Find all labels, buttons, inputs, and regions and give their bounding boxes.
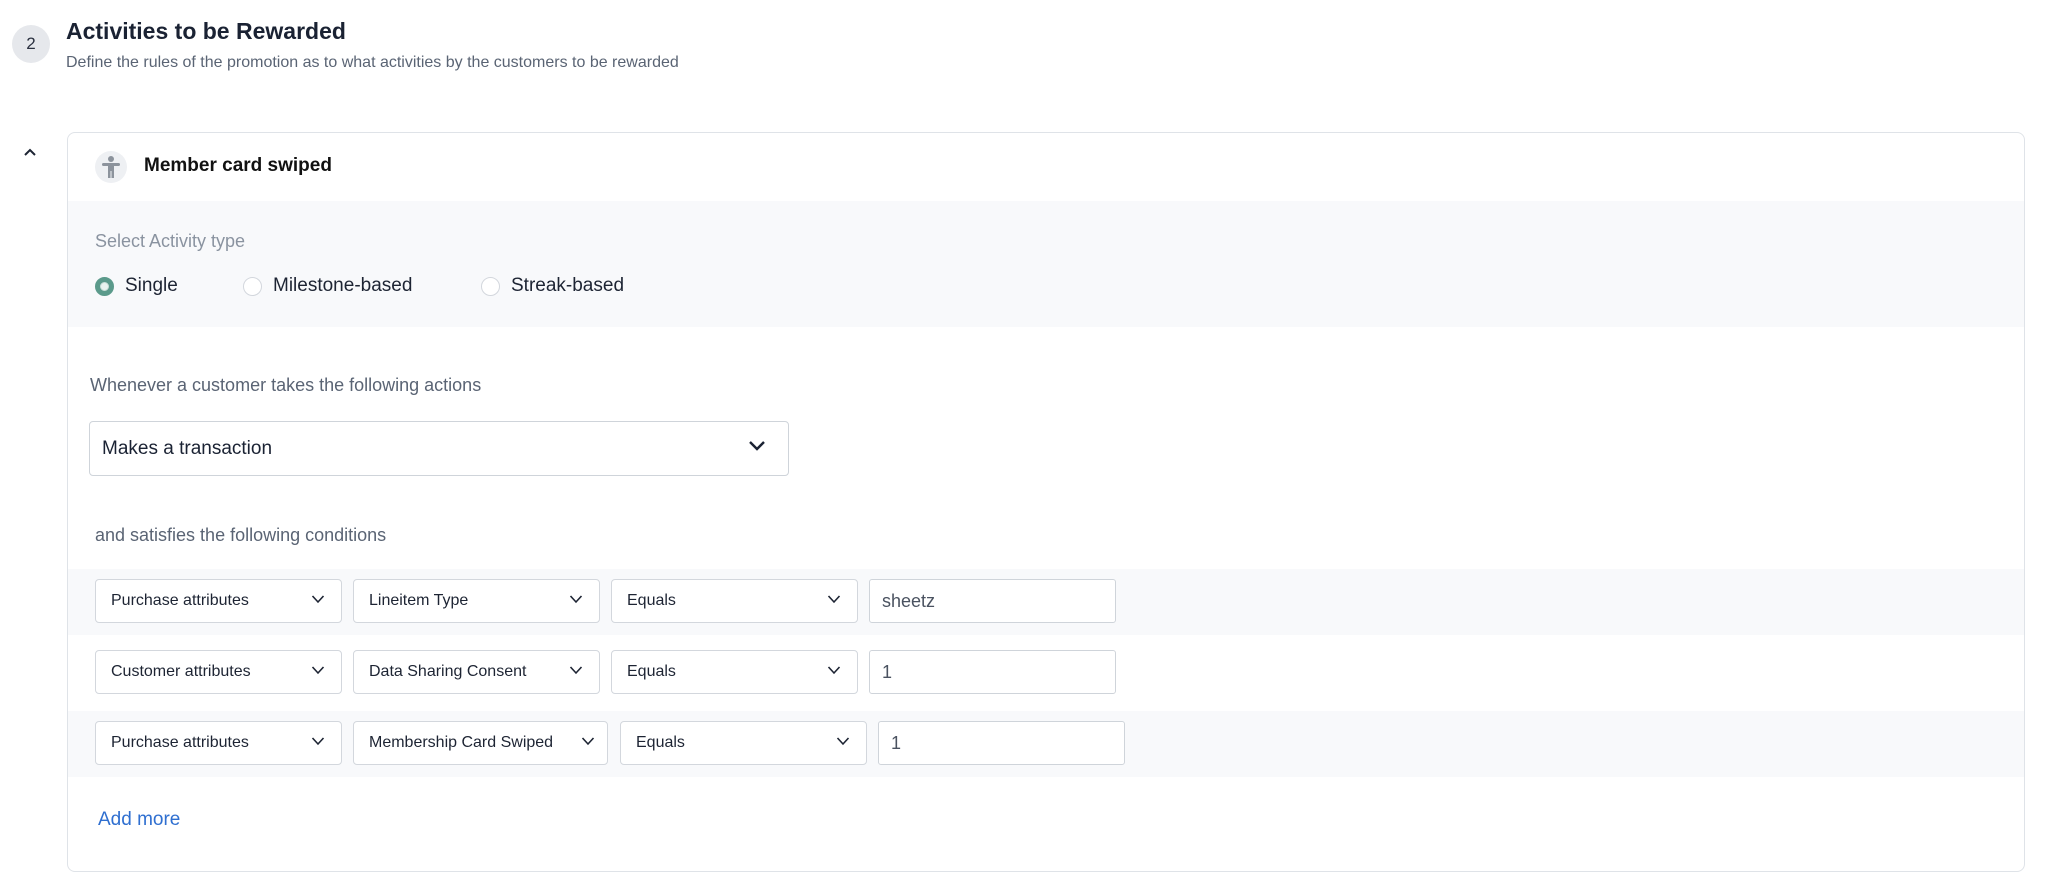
category-dropdown[interactable]: Purchase attributes xyxy=(95,721,342,765)
radio-label: Streak-based xyxy=(511,275,625,296)
operator-dropdown[interactable]: Equals xyxy=(611,650,858,694)
condition-row: Purchase attributes Membership Card Swip… xyxy=(68,711,2024,777)
activity-card: Member card swiped Select Activity type … xyxy=(67,132,2025,872)
chevron-down-icon xyxy=(827,666,841,675)
radio-label: Single xyxy=(125,275,178,296)
chevron-down-icon xyxy=(311,595,325,604)
chevron-down-icon xyxy=(836,737,850,746)
activity-type-panel: Select Activity type Single Milestone-ba… xyxy=(68,201,2024,327)
add-more-link[interactable]: Add more xyxy=(98,809,180,831)
step-subtitle: Define the rules of the promotion as to … xyxy=(66,54,679,71)
value-input[interactable]: 1 xyxy=(878,721,1125,765)
radio-streak-based[interactable]: Streak-based xyxy=(481,275,624,297)
radio-button[interactable] xyxy=(243,276,262,296)
chevron-down-icon xyxy=(311,737,325,746)
chevron-up-icon xyxy=(24,148,36,156)
chevron-down-icon xyxy=(311,666,325,675)
operator-value: Equals xyxy=(627,592,676,609)
activity-type-label: Select Activity type xyxy=(95,231,246,251)
operator-dropdown[interactable]: Equals xyxy=(611,579,858,623)
radio-single[interactable]: Single xyxy=(95,275,178,297)
operator-dropdown[interactable]: Equals xyxy=(620,721,867,765)
chevron-down-icon xyxy=(749,441,765,451)
condition-row: Customer attributes Data Sharing Consent… xyxy=(68,640,2024,706)
radio-button[interactable] xyxy=(95,276,114,296)
chevron-down-icon xyxy=(569,666,583,675)
attribute-dropdown[interactable]: Data Sharing Consent xyxy=(353,650,600,694)
value-input[interactable]: 1 xyxy=(869,650,1116,694)
category-value: Purchase attributes xyxy=(111,734,249,751)
chevron-down-icon xyxy=(569,595,583,604)
collapse-button[interactable] xyxy=(18,140,42,164)
attribute-value: Data Sharing Consent xyxy=(369,663,527,680)
step-title: Activities to be Rewarded xyxy=(66,18,346,44)
category-value: Purchase attributes xyxy=(111,592,249,609)
card-title: Member card swiped xyxy=(144,155,332,176)
conditions-label: and satisfies the following conditions xyxy=(95,525,387,545)
operator-value: Equals xyxy=(636,734,685,751)
attribute-value: Membership Card Swiped xyxy=(369,734,554,751)
action-select[interactable]: Makes a transaction xyxy=(89,421,789,476)
actions-label: Whenever a customer takes the following … xyxy=(90,375,482,395)
value-input[interactable]: sheetz xyxy=(869,579,1116,623)
attribute-value: Lineitem Type xyxy=(369,592,469,609)
chevron-down-icon xyxy=(827,595,841,604)
card-header: Member card swiped xyxy=(68,133,2024,201)
condition-row: Purchase attributes Lineitem Type Equals… xyxy=(68,569,2024,635)
step-badge: 2 xyxy=(12,25,50,63)
operator-value: Equals xyxy=(627,663,676,680)
radio-milestone-based[interactable]: Milestone-based xyxy=(243,275,412,297)
action-select-value: Makes a transaction xyxy=(102,437,273,459)
radio-button[interactable] xyxy=(481,276,500,296)
attribute-dropdown[interactable]: Membership Card Swiped xyxy=(353,721,608,765)
category-value: Customer attributes xyxy=(111,663,251,680)
chevron-down-icon xyxy=(581,737,595,746)
attribute-dropdown[interactable]: Lineitem Type xyxy=(353,579,600,623)
category-dropdown[interactable]: Purchase attributes xyxy=(95,579,342,623)
radio-label: Milestone-based xyxy=(273,275,413,296)
category-dropdown[interactable]: Customer attributes xyxy=(95,650,342,694)
person-icon xyxy=(95,151,127,183)
